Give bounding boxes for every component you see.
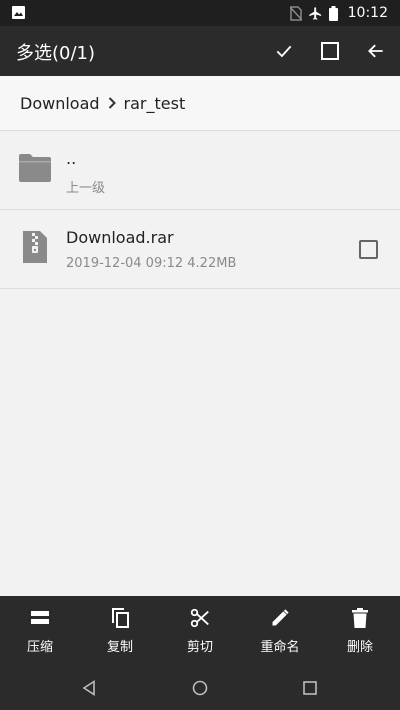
image-icon [12,6,25,19]
back-nav-icon [82,680,95,696]
zip-file-icon [23,231,47,263]
delete-icon [352,606,368,630]
breadcrumb-rar-test[interactable]: rar_test [124,94,186,113]
file-detail: 2019-12-04 09:12 4.22MB [66,256,237,271]
select-all-button[interactable] [316,37,344,65]
file-name: .. [66,149,77,168]
bottom-toolbar: 压缩 复制 剪切 重命名 删除 [0,596,400,666]
file-name: Download.rar [66,228,174,247]
home-nav-icon [192,680,208,696]
airplane-icon [308,6,321,20]
rename-label: 重命名 [260,640,300,655]
recents-nav-icon [303,681,317,695]
cut-label: 剪切 [186,640,213,655]
copy-button[interactable]: 复制 [80,596,160,666]
compress-icon [31,606,49,630]
file-list: .. 上一级 Download.rar 2019-12-04 09:12 4.2… [0,131,400,289]
file-checkbox[interactable] [359,240,378,259]
compress-label: 压缩 [26,640,53,655]
action-bar: 多选(0/1) [0,26,400,76]
breadcrumb-download[interactable]: Download [20,94,100,113]
rename-button[interactable]: 重命名 [240,596,320,666]
breadcrumb: Download rar_test [0,76,400,131]
battery-icon [328,5,338,21]
copy-label: 复制 [106,640,133,655]
cut-button[interactable]: 剪切 [160,596,240,666]
copy-icon [110,606,130,630]
navigation-bar [0,666,400,710]
back-button[interactable] [362,37,390,65]
check-icon [276,45,292,58]
clock: 10:12 [347,5,388,21]
back-arrow-icon [368,44,383,58]
confirm-button[interactable] [270,37,298,65]
select-all-icon [321,42,339,60]
selection-title: 多选(0/1) [16,43,96,64]
chevron-right-icon [108,97,116,109]
list-item-file[interactable]: Download.rar 2019-12-04 09:12 4.22MB [0,210,400,289]
nav-home-button[interactable] [191,679,209,697]
folder-icon [19,154,51,182]
cut-icon [189,606,211,630]
rename-icon [270,606,290,630]
list-item-parent[interactable]: .. 上一级 [0,131,400,210]
nav-recents-button[interactable] [301,679,319,697]
compress-button[interactable]: 压缩 [0,596,80,666]
status-bar: 10:12 [0,0,400,26]
nav-back-button[interactable] [80,679,98,697]
no-sim-icon [289,5,302,21]
delete-label: 删除 [346,640,373,655]
delete-button[interactable]: 删除 [320,596,400,666]
file-detail: 上一级 [66,181,106,196]
